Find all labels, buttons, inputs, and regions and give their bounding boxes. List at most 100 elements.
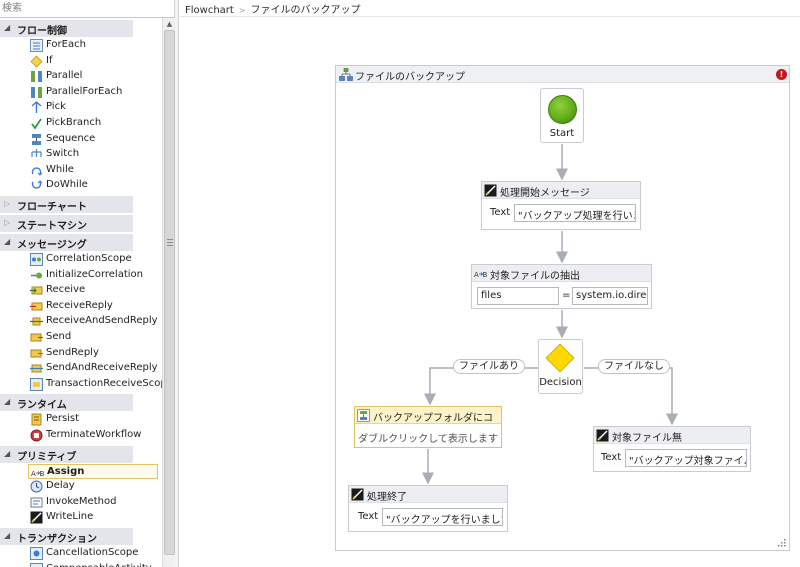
- toolbox-item-receive-reply[interactable]: ReceiveReply: [28, 299, 158, 314]
- toolbox-item-terminate-workflow[interactable]: TerminateWorkflow: [28, 428, 158, 443]
- expand-hint: ダブルクリックして表示します: [358, 434, 498, 445]
- activity-header: 処理終了: [349, 486, 507, 503]
- false-branch-label[interactable]: ファイルなし: [598, 359, 670, 374]
- toolbox-item-do-while[interactable]: DoWhile: [28, 178, 158, 193]
- toolbox-item-switch[interactable]: Switch: [28, 147, 158, 162]
- toolbox-category-label: トランザクション: [17, 534, 97, 545]
- toolbox-item-initialize-correlation[interactable]: InitializeCorrelation: [28, 268, 158, 283]
- for-each-icon: [30, 39, 43, 52]
- scroll-up-icon[interactable]: ▲: [164, 19, 175, 29]
- toolbox-item-sequence[interactable]: Sequence: [28, 132, 158, 147]
- assign-to-input[interactable]: files: [477, 287, 559, 305]
- toolbox-item-correlation-scope[interactable]: CorrelationScope: [28, 252, 158, 267]
- text-field-label: Text: [358, 511, 379, 522]
- toolbox-item-for-each[interactable]: ForEach: [28, 38, 158, 53]
- start-node[interactable]: Start: [540, 88, 584, 143]
- toolbox-category[interactable]: ◢ メッセージング: [0, 234, 133, 251]
- expanded-triangle-icon[interactable]: ◢: [4, 237, 10, 246]
- toolbox-category-label: プリミティブ: [17, 451, 77, 463]
- expanded-triangle-icon[interactable]: ◢: [4, 23, 10, 32]
- toolbox-item-parallel[interactable]: Parallel: [28, 69, 158, 84]
- chevron-right-icon: >: [238, 6, 246, 15]
- toolbox-scrollbar[interactable]: ▲: [162, 18, 175, 567]
- toolbox-item-while[interactable]: While: [28, 163, 158, 178]
- toolbox-item-send[interactable]: Send: [28, 330, 158, 345]
- resize-grip-icon[interactable]: [777, 538, 786, 547]
- writeline-end-activity[interactable]: 処理終了 Text "バックアップを行いました": [348, 485, 508, 532]
- toolbox-item-transaction-receive-scope[interactable]: TransactionReceiveScope: [28, 377, 162, 392]
- toolbox-category[interactable]: ◢ プリミティブ: [0, 445, 133, 463]
- toolbox-item-receive-and-send-reply[interactable]: ReceiveAndSendReply: [28, 314, 158, 329]
- breadcrumb-root[interactable]: Flowchart: [185, 5, 234, 16]
- writeline-icon: [484, 184, 497, 197]
- toolbox-category[interactable]: ◢ ランタイム: [0, 394, 133, 412]
- toolbox-item-send-reply[interactable]: SendReply: [28, 346, 158, 361]
- writeline-icon: [351, 488, 364, 501]
- text-field-input[interactable]: "バックアップ対象ファイル": [625, 449, 747, 467]
- start-circle-icon: [548, 95, 577, 124]
- write-line-icon: [30, 511, 43, 524]
- flowchart-container[interactable]: ファイルのバックアップ ! Start 処理開始メッセージ Text "バックア…: [335, 65, 790, 551]
- scroll-thumb[interactable]: [164, 30, 175, 555]
- true-branch-label[interactable]: ファイルあり: [453, 359, 525, 374]
- parallel-for-each-icon: [31, 86, 42, 98]
- collapsed-triangle-icon[interactable]: ▷: [4, 199, 10, 208]
- search-input[interactable]: [0, 0, 170, 17]
- toolbox-item-label: Parallel: [46, 70, 83, 82]
- sequence-activity[interactable]: バックアップフォルダにコ ダブルクリックして表示します: [354, 406, 502, 448]
- text-field-input[interactable]: "バックアップを行いました": [382, 508, 503, 526]
- persist-icon: [31, 413, 42, 426]
- decision-label: Decision: [539, 377, 582, 388]
- expanded-triangle-icon[interactable]: ◢: [4, 449, 10, 458]
- delay-icon: [30, 480, 43, 493]
- assign-activity[interactable]: A B 対象ファイルの抽出 files = system.io.directo: [471, 264, 652, 309]
- toolbox-category[interactable]: ◢ トランザクション: [0, 528, 133, 545]
- toolbox-item-delay[interactable]: Delay: [28, 479, 158, 494]
- toolbox-category[interactable]: ◢ フロー制御: [0, 20, 133, 37]
- toolbox-category-label: メッセージング: [17, 240, 87, 251]
- toolbox-item-label: Delay: [46, 480, 75, 492]
- toolbox-item-cancellation-scope[interactable]: CancellationScope: [28, 546, 158, 561]
- text-field-input[interactable]: "バックアップ処理を行いま": [514, 204, 636, 222]
- writeline-nofile-activity[interactable]: 対象ファイル無 Text "バックアップ対象ファイル": [593, 426, 751, 472]
- expanded-triangle-icon[interactable]: ◢: [4, 397, 10, 406]
- toolbox-item-label: SendAndReceiveReply: [46, 362, 158, 374]
- panel-splitter[interactable]: [175, 0, 179, 567]
- start-label: Start: [549, 128, 575, 139]
- toolbox-item-parallel-for-each[interactable]: ParallelForEach: [28, 85, 158, 100]
- activity-header: 対象ファイル無: [594, 427, 750, 444]
- decision-node[interactable]: Decision: [538, 339, 583, 394]
- toolbox-item-label: ReceiveAndSendReply: [46, 315, 158, 327]
- toolbox-item-assign[interactable]: A B Assign: [28, 463, 158, 479]
- toolbox-item-label: Switch: [46, 148, 80, 160]
- text-field-label: Text: [601, 452, 622, 463]
- receive-reply-icon: [30, 302, 43, 311]
- pick-branch-icon: [31, 118, 42, 130]
- toolbox-list: ◢ フロー制御 ForEach If Parallel ParallelForEach Pi…: [0, 18, 162, 567]
- toolbox-category[interactable]: ▷ フローチャート: [0, 196, 133, 213]
- terminate-workflow-icon: [30, 429, 43, 442]
- do-while-icon: [31, 180, 43, 190]
- toolbox-item-invoke-method[interactable]: InvokeMethod: [28, 495, 158, 510]
- toolbox-item-label: Persist: [46, 413, 80, 425]
- toolbox-item-receive[interactable]: Receive: [28, 283, 158, 298]
- assign-value-input[interactable]: system.io.directo: [572, 287, 648, 305]
- toolbox-item-pick-branch[interactable]: PickBranch: [28, 116, 158, 131]
- expanded-triangle-icon[interactable]: ◢: [4, 531, 10, 540]
- transaction-receive-scope-icon: [30, 377, 43, 391]
- toolbox-item-pick[interactable]: Pick: [28, 100, 158, 115]
- toolbox-item-label: CompensableActivity: [46, 563, 152, 567]
- toolbox-category[interactable]: ▷ ステートマシン: [0, 215, 133, 232]
- collapsed-triangle-icon[interactable]: ▷: [4, 218, 10, 227]
- activity-title: 対象ファイル無: [612, 433, 682, 444]
- toolbox-item-send-and-receive-reply[interactable]: SendAndReceiveReply: [28, 361, 158, 376]
- toolbox-item-persist[interactable]: Persist: [28, 412, 158, 427]
- toolbox-item-if[interactable]: If: [28, 54, 158, 69]
- activity-header: A B 対象ファイルの抽出: [472, 265, 651, 282]
- toolbox-item-write-line[interactable]: WriteLine: [28, 510, 158, 525]
- send-reply-icon: [30, 349, 43, 358]
- parallel-icon: [31, 71, 42, 83]
- toolbox-item-compensable-activity[interactable]: CompensableActivity: [28, 562, 158, 567]
- activity-title: バックアップフォルダにコ: [373, 413, 493, 424]
- writeline-start-activity[interactable]: 処理開始メッセージ Text "バックアップ処理を行いま": [481, 181, 641, 230]
